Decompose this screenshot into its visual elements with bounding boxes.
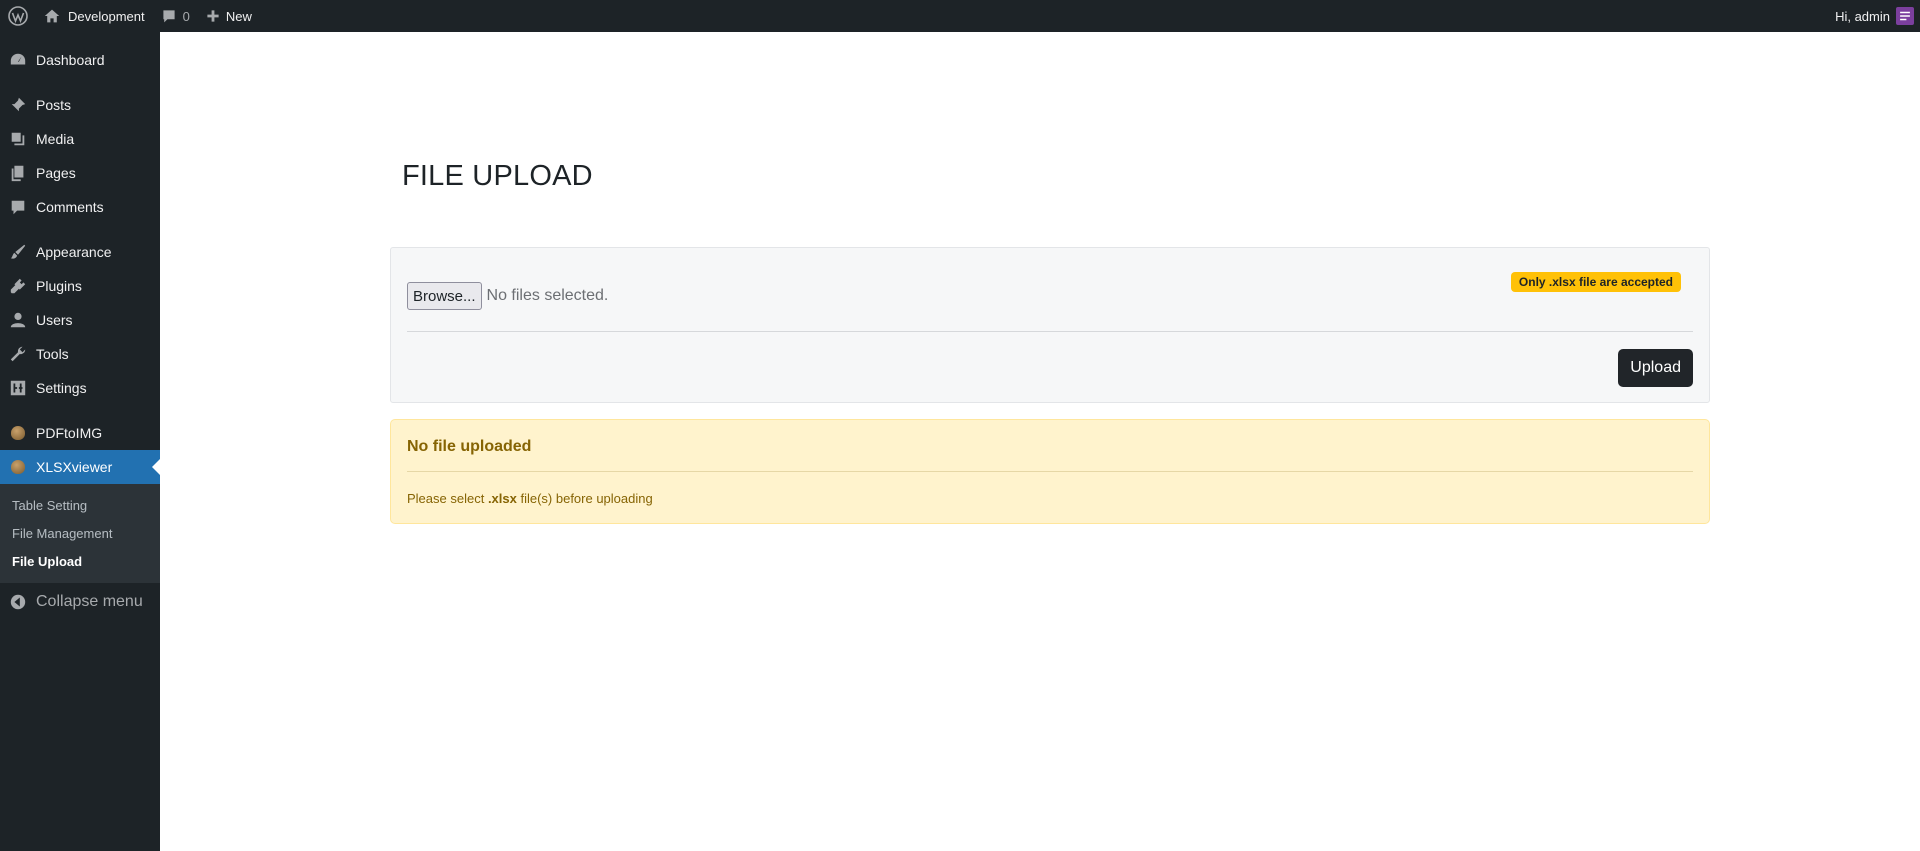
warning-alert: No file uploaded Please select .xlsx fil… [390,419,1710,524]
divider [407,331,1693,332]
user-icon [8,310,28,330]
brush-icon [8,242,28,262]
menu-label: Media [36,131,75,147]
menu-label: Comments [36,199,104,215]
menu-label: Users [36,312,73,328]
admin-bar: Development 0 New Hi, admin [0,0,1920,32]
menu-settings[interactable]: Settings [0,371,160,405]
collapse-label: Collapse menu [36,593,143,610]
menu-label: Appearance [36,244,112,260]
pages-icon [8,163,28,183]
submenu-file-management[interactable]: File Management [0,519,160,547]
acorn-icon [8,423,28,443]
plus-icon [207,10,219,22]
menu-plugins[interactable]: Plugins [0,269,160,303]
menu-label: Plugins [36,278,82,294]
dashboard-icon [8,50,28,70]
collapse-menu-button[interactable]: Collapse menu [0,583,160,621]
pin-icon [8,95,28,115]
menu-pdftoimg[interactable]: PDFtoIMG [0,416,160,450]
file-input[interactable]: Browse... No files selected. [407,282,608,310]
menu-xlsxviewer[interactable]: XLSXviewer [0,450,160,484]
upload-button[interactable]: Upload [1618,349,1693,387]
home-icon [44,9,60,23]
comments-link[interactable]: 0 [153,0,198,32]
alert-text-part: Please select [407,491,488,506]
menu-label: Posts [36,97,72,113]
new-label: New [225,8,252,24]
menu-dashboard[interactable]: Dashboard [0,43,160,77]
menu-comments[interactable]: Comments [0,190,160,224]
menu-tools[interactable]: Tools [0,337,160,371]
menu-label: Pages [36,165,76,181]
menu-label: XLSXviewer [36,459,113,475]
settings-icon [8,378,28,398]
submenu-file-upload[interactable]: File Upload [0,547,160,575]
avatar [1896,7,1914,25]
wordpress-logo-icon[interactable] [0,0,36,32]
accepted-format-badge: Only .xlsx file are accepted [1510,272,1681,292]
divider [407,471,1693,472]
xlsxviewer-submenu: Table Setting File Management File Uploa… [0,484,160,583]
menu-pages[interactable]: Pages [0,156,160,190]
plugin-icon [8,276,28,296]
alert-text-part: file(s) before uploading [516,491,653,506]
menu-media[interactable]: Media [0,122,160,156]
menu-label: PDFtoIMG [36,425,103,441]
media-icon [8,129,28,149]
browse-button[interactable]: Browse... [407,282,482,310]
new-content-link[interactable]: New [198,0,260,32]
comment-icon [8,197,28,217]
account-menu[interactable]: Hi, admin [1827,0,1920,32]
menu-label: Dashboard [36,52,105,68]
menu-label: Settings [36,380,87,396]
menu-posts[interactable]: Posts [0,88,160,122]
submenu-table-setting[interactable]: Table Setting [0,491,160,519]
page-title: FILE UPLOAD [402,160,593,192]
file-status: No files selected. [486,287,609,304]
comment-icon [163,10,175,23]
menu-appearance[interactable]: Appearance [0,235,160,269]
acorn-icon [8,457,28,477]
alert-message: Please select .xlsx file(s) before uploa… [407,491,653,506]
menu-users[interactable]: Users [0,303,160,337]
wrench-icon [8,344,28,364]
alert-text-extension: .xlsx [487,491,517,506]
collapse-arrow-icon [8,592,28,612]
site-name: Development [68,8,145,24]
comments-count: 0 [182,8,190,24]
upload-card: Browse... No files selected. Only .xlsx … [390,247,1710,403]
alert-heading: No file uploaded [407,438,532,455]
menu-label: Tools [36,346,69,362]
admin-sidebar: Dashboard Posts Media Pages Comments App… [0,32,160,851]
site-name-link[interactable]: Development [36,0,153,32]
greeting: Hi, admin [1835,8,1890,24]
